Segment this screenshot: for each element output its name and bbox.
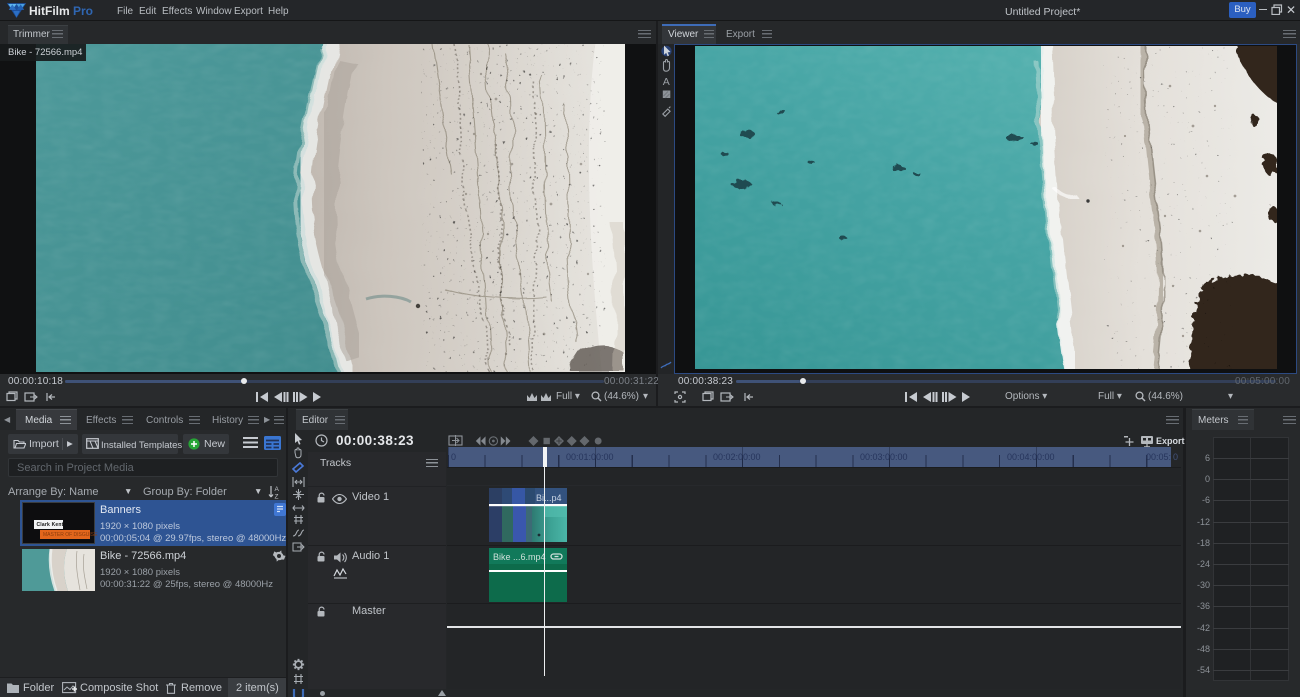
svg-text:Bike ...6.mp4: Bike ...6.mp4 <box>493 552 546 562</box>
svg-text:Bi...p4: Bi...p4 <box>536 493 562 503</box>
svg-text:Z: Z <box>275 494 279 500</box>
svg-text:A: A <box>275 486 280 493</box>
svg-text:A: A <box>663 76 670 88</box>
